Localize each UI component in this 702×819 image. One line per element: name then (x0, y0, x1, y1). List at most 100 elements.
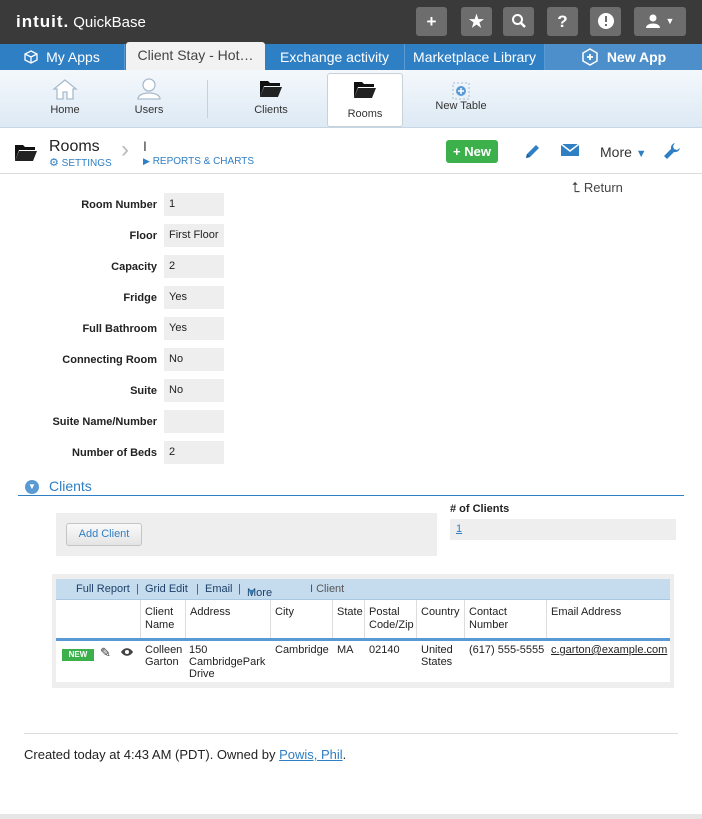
table-nav-bar: Home Users Clients Rooms New Table (0, 70, 702, 128)
nav-label: Users (134, 104, 164, 116)
field-label: Room Number (81, 199, 157, 211)
reports-label: REPORTS & CHARTS (152, 156, 255, 167)
full-report-link[interactable]: Full Report (76, 583, 130, 595)
cell-address: 150 CambridgePark Drive (189, 644, 266, 680)
footer-text: Created today at 4:43 AM (PDT). Owned by (24, 747, 280, 762)
nav-rooms[interactable]: Rooms (327, 73, 403, 127)
settings-link[interactable]: ⚙ SETTINGS (49, 156, 112, 169)
add-icon[interactable]: + (416, 7, 447, 36)
cell-zip: 02140 (369, 644, 400, 656)
footer-divider (24, 733, 678, 734)
column-header[interactable]: Address (185, 600, 270, 638)
folder-icon (14, 142, 38, 165)
report-toolbar: Full Report | Grid Edit | Email | More ▼… (56, 579, 670, 600)
owner-link[interactable]: Powis, Phil (279, 747, 343, 762)
cell-city: Cambridge (275, 644, 329, 656)
brand-logo[interactable]: intuit. QuickBase (16, 12, 146, 32)
grid-edit-link[interactable]: Grid Edit (145, 583, 188, 595)
report-name-separator: I (143, 138, 147, 154)
new-record-button[interactable]: + New (446, 140, 498, 163)
nav-users[interactable]: Users (114, 70, 184, 126)
more-menu[interactable]: More ▼ (600, 144, 647, 160)
email-link[interactable]: Email (205, 583, 233, 595)
column-header[interactable]: State (332, 600, 364, 638)
folder-icon (236, 70, 306, 100)
nav-label: Rooms (347, 108, 383, 120)
reports-charts-link[interactable]: ▶ REPORTS & CHARTS (143, 156, 254, 167)
column-header[interactable]: Contact Number (464, 600, 546, 638)
top-bar: intuit. QuickBase + ★ ? ▼ (0, 0, 702, 44)
help-icon[interactable]: ? (547, 7, 578, 36)
star-icon[interactable]: ★ (461, 7, 492, 36)
collapse-icon[interactable]: ▼ (25, 480, 39, 494)
field-label: Capacity (111, 261, 157, 273)
more-label: More (600, 144, 632, 160)
home-icon (30, 70, 100, 100)
new-badge: NEW (62, 649, 94, 661)
nav-new-table[interactable]: New Table (424, 70, 498, 126)
cell-email[interactable]: c.garton@example.com (551, 644, 667, 656)
tab-new-app[interactable]: New App (545, 44, 702, 70)
view-icon[interactable] (120, 645, 134, 660)
search-icon[interactable] (503, 7, 534, 36)
toolbar-separator: | (196, 583, 199, 595)
client-count-value[interactable]: 1 (450, 519, 676, 540)
chevron-down-icon: ▼ (635, 148, 647, 160)
column-header[interactable]: City (270, 600, 332, 638)
wrench-icon[interactable] (663, 142, 681, 165)
clients-section-header[interactable]: ▼ Clients (18, 476, 684, 496)
toolbar-separator: | (238, 583, 241, 595)
bottom-border (0, 814, 702, 819)
column-header[interactable]: Email Address (546, 600, 670, 638)
edit-icon[interactable] (524, 142, 542, 165)
column-header[interactable]: Postal Code/Zip (364, 600, 416, 638)
nav-divider (207, 80, 208, 118)
return-arrow-icon: ⮤ (572, 179, 581, 195)
return-link[interactable]: ⮤ Return (572, 179, 623, 196)
tab-exchange-activity[interactable]: Exchange activity (265, 44, 405, 70)
cell-contact: (617) 555-5555 (469, 644, 545, 656)
field-value: 2 (164, 441, 224, 464)
tab-label: Client Stay - Hot… (137, 47, 254, 63)
field-label: Connecting Room (62, 354, 157, 366)
alert-icon[interactable] (590, 7, 621, 36)
column-header[interactable]: Country (416, 600, 464, 638)
edit-icon[interactable]: ✎ (100, 645, 111, 661)
field-value (164, 410, 224, 433)
cell-country: United States (421, 644, 453, 668)
user-icon (114, 70, 184, 100)
field-value: No (164, 379, 224, 402)
page-title: Rooms (49, 138, 100, 155)
tab-label: Exchange activity (280, 49, 389, 65)
brand-product: QuickBase (73, 14, 146, 31)
field-label: Number of Beds (72, 447, 157, 459)
nav-home[interactable]: Home (30, 70, 100, 126)
tab-client-stay[interactable]: Client Stay - Hot… (126, 42, 265, 70)
column-header[interactable]: Client Name (140, 600, 185, 638)
header-divider (56, 638, 670, 641)
add-table-icon (424, 70, 498, 100)
tab-marketplace-library[interactable]: Marketplace Library (405, 44, 545, 70)
brand-main: intuit. (16, 12, 70, 31)
field-value: First Floor (164, 224, 224, 247)
field-label: Full Bathroom (82, 323, 157, 335)
client-table: Client Name Address City State Postal Co… (56, 600, 670, 682)
tab-my-apps[interactable]: My Apps (0, 44, 125, 70)
field-value: Yes (164, 286, 224, 309)
section-title: Clients (49, 478, 92, 494)
add-client-button[interactable]: Add Client (66, 523, 142, 546)
page-header: Rooms ⚙ SETTINGS › I ▶ REPORTS & CHARTS … (0, 128, 702, 174)
field-value: No (164, 348, 224, 371)
app-tab-bar: My Apps Client Stay - Hot… Exchange acti… (0, 42, 702, 70)
email-icon[interactable] (560, 142, 580, 163)
folder-icon (328, 74, 402, 104)
return-label: Return (583, 180, 623, 195)
nav-label: New Table (435, 100, 487, 112)
user-menu-button[interactable]: ▼ (634, 7, 686, 36)
chevron-right-icon: › (121, 136, 129, 163)
field-label: Suite (130, 385, 157, 397)
nav-clients[interactable]: Clients (236, 70, 306, 126)
record-footer: Created today at 4:43 AM (PDT). Owned by… (24, 747, 346, 762)
field-value: 2 (164, 255, 224, 278)
triangle-right-icon: ▶ (143, 156, 150, 166)
